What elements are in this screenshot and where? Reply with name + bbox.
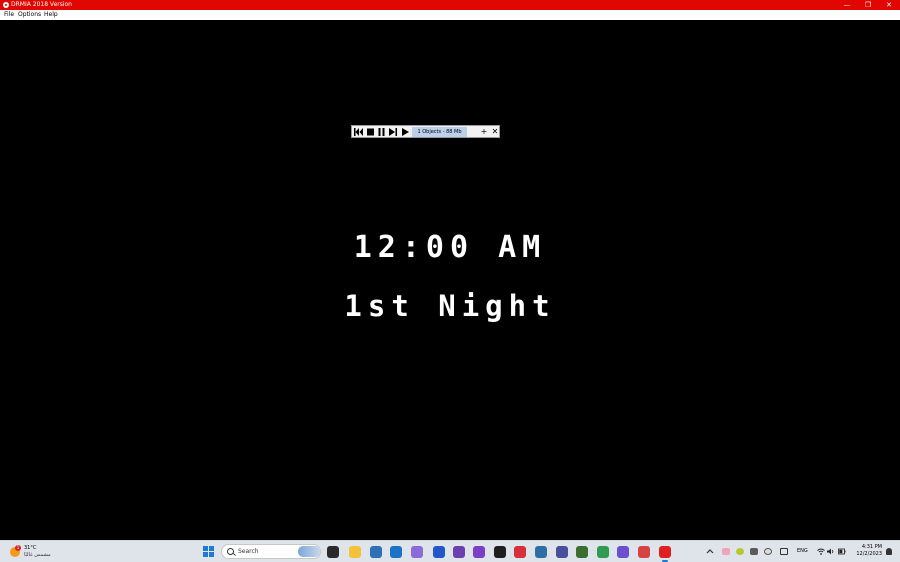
chrome-icon[interactable] xyxy=(597,546,609,558)
chrome-badge-icon[interactable] xyxy=(638,546,650,558)
outlook-icon[interactable] xyxy=(390,546,402,558)
window-title: DRMIA 2018 Version xyxy=(11,1,72,8)
notification-bell-icon[interactable] xyxy=(886,548,892,555)
tray-app-icon[interactable] xyxy=(722,548,730,555)
app-blue-icon[interactable] xyxy=(433,546,445,558)
taskbar-search[interactable]: Search xyxy=(221,544,321,559)
search-highlight-image xyxy=(298,546,320,557)
volume-icon[interactable] xyxy=(827,548,835,555)
clock-date: 12/2/2023 xyxy=(856,551,882,557)
stop-icon[interactable] xyxy=(366,128,375,136)
minecraft-icon[interactable] xyxy=(576,546,588,558)
system-clock[interactable]: 4:31 PM 12/2/2023 xyxy=(852,544,882,558)
step-icon[interactable] xyxy=(389,128,398,136)
menu-bar: File Options Help xyxy=(0,10,900,20)
store-icon[interactable] xyxy=(370,546,382,558)
weather-condition: مشمس غالبًا xyxy=(24,552,51,558)
copilot-icon[interactable] xyxy=(411,546,423,558)
app-purple-icon[interactable] xyxy=(453,546,465,558)
debugger-toolbar: 1 Objects - 88 Mb + ✕ xyxy=(351,125,500,138)
tray-app-icon[interactable] xyxy=(736,548,744,555)
settings-app-icon[interactable] xyxy=(556,546,568,558)
maximize-button[interactable]: ❐ xyxy=(858,0,878,10)
wifi-icon[interactable] xyxy=(817,548,825,555)
weather-temp: 31°C xyxy=(24,545,37,551)
weather-widget[interactable]: 1 31°C مشمس غالبًا xyxy=(8,543,68,561)
menu-help[interactable]: Help xyxy=(44,10,58,20)
menu-file[interactable]: File xyxy=(4,10,14,20)
clickteam-icon[interactable] xyxy=(659,546,671,562)
tray-app-icon[interactable] xyxy=(750,548,758,555)
discord-like-icon[interactable] xyxy=(617,546,629,558)
system-tray: ENG 4:31 PM 12/2/2023 xyxy=(700,541,900,562)
restart-icon[interactable] xyxy=(354,128,363,136)
weather-badge: 1 xyxy=(15,545,21,551)
night-clock-text: 12:00 AM xyxy=(353,230,547,265)
start-button[interactable] xyxy=(203,546,214,557)
chevron-up-icon[interactable] xyxy=(706,548,714,555)
chart-app-icon[interactable] xyxy=(535,546,547,558)
debugger-status: 1 Objects - 88 Mb xyxy=(412,127,467,137)
search-placeholder: Search xyxy=(238,548,259,555)
title-bar: DRMIA 2018 Version — ❐ ✕ xyxy=(0,0,900,10)
file-explorer-icon[interactable] xyxy=(349,546,361,558)
night-label-text: 1st Night xyxy=(344,289,556,323)
play-icon[interactable] xyxy=(401,128,410,136)
red-app-icon[interactable] xyxy=(514,546,526,558)
clock-time: 4:31 PM xyxy=(861,544,882,550)
minimize-button[interactable]: — xyxy=(837,0,857,10)
headphones-icon[interactable] xyxy=(473,546,485,558)
language-indicator[interactable]: ENG xyxy=(797,541,808,562)
search-icon xyxy=(227,548,234,555)
debugger-close-button[interactable]: ✕ xyxy=(491,126,499,137)
task-view-icon[interactable] xyxy=(327,546,339,558)
app-icon xyxy=(3,2,9,8)
battery-icon[interactable] xyxy=(838,548,846,555)
keyboard-icon[interactable] xyxy=(780,548,788,555)
pause-icon[interactable] xyxy=(377,128,386,136)
close-button[interactable]: ✕ xyxy=(879,0,899,10)
add-button[interactable]: + xyxy=(480,126,488,137)
onedrive-icon[interactable] xyxy=(764,548,772,555)
menu-options[interactable]: Options xyxy=(18,10,41,20)
taskbar: 1 31°C مشمس غالبًا Search ENG 4:31 PM 12… xyxy=(0,540,900,562)
stock-app-icon[interactable] xyxy=(494,546,506,558)
